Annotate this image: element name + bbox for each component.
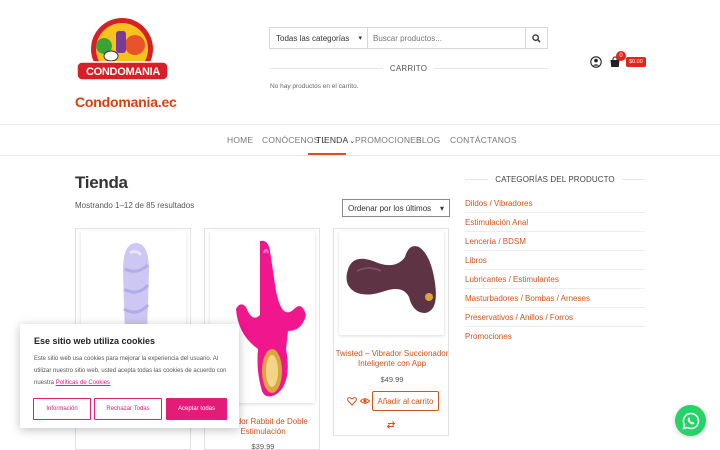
category-link[interactable]: Dildos / Vibradores — [465, 194, 645, 213]
product-name[interactable]: Twisted – Vibrador Succionador Inteligen… — [334, 349, 450, 369]
condomania-logo[interactable] — [75, 16, 170, 91]
nav-promociones[interactable]: PROMOCIONES — [355, 135, 422, 145]
product-price: $39.99 — [251, 442, 275, 450]
category-link[interactable]: Promociones — [465, 327, 645, 346]
mini-cart-heading: CARRITO — [269, 62, 549, 74]
category-link[interactable]: Lencería / BDSM — [465, 232, 645, 251]
sidebar-title: CATEGORÍAS DEL PRODUCTO — [495, 174, 615, 184]
whatsapp-icon — [681, 412, 699, 430]
product-name-line2: Estimulación — [240, 427, 286, 436]
product-image[interactable] — [339, 231, 444, 335]
product-image-graphic — [346, 246, 436, 313]
mini-cart-empty-text: No hay productos en el carrito. — [270, 83, 359, 90]
product-image-graphic — [123, 243, 150, 336]
chevron-down-icon: ▾ — [358, 35, 362, 42]
main-navigation: HOME CONÓCENOS⌄ TIENDA⌄ PROMOCIONES BLOG… — [0, 126, 720, 156]
cookie-info-button[interactable]: Información — [33, 398, 91, 420]
result-count: Mostrando 1–12 de 85 resultados — [75, 201, 195, 210]
product-search: Todas las categorías ▾ — [269, 27, 548, 49]
site-header: CONDOMANIA Condomania.ec Todas las categ… — [0, 0, 720, 125]
product-name-line1: Twisted – Vibrador Succionador — [335, 349, 449, 358]
category-link[interactable]: Lubricantes / Estimulantes — [465, 270, 645, 289]
cookie-accept-button[interactable]: Aceptar todas — [166, 398, 227, 420]
nav-tienda-label: TIENDA — [316, 135, 349, 145]
nav-active-indicator — [308, 153, 346, 155]
search-button[interactable] — [525, 28, 547, 48]
logo-wordmark: CONDOMANIA — [86, 66, 160, 78]
category-link[interactable]: Preservativos / Anillos / Forros — [465, 308, 645, 327]
product-name-line2: Inteligente con App — [357, 359, 427, 368]
product-image[interactable] — [81, 231, 186, 336]
cookie-policy-link[interactable]: Políticas de Cookies — [56, 380, 110, 386]
search-category-select[interactable]: Todas las categorías ▾ — [270, 28, 368, 48]
page-title: Tienda — [75, 173, 128, 192]
site-name[interactable]: Condomania.ec — [75, 94, 177, 110]
cookie-reject-button[interactable]: Rechazar Todas — [94, 398, 162, 420]
user-account-icon[interactable] — [590, 56, 602, 68]
nav-home[interactable]: HOME — [227, 135, 253, 145]
cart-count-badge: 0 — [616, 51, 626, 61]
compare-icon[interactable] — [386, 420, 396, 430]
category-link[interactable]: Estimulación Anal — [465, 213, 645, 232]
product-categories-widget: CATEGORÍAS DEL PRODUCTO Dildos / Vibrado… — [465, 170, 646, 346]
sidebar-heading: CATEGORÍAS DEL PRODUCTO — [465, 170, 646, 188]
nav-promociones-label: PROMOCIONES — [355, 135, 422, 145]
product-card[interactable]: Twisted – Vibrador Succionador Inteligen… — [333, 228, 449, 436]
orderby-select[interactable]: Ordenar por los últimos ▾ — [342, 199, 450, 217]
nav-contactanos-label: CONTÁCTANOS — [450, 135, 517, 145]
whatsapp-chat-button[interactable] — [675, 405, 706, 436]
cart-total-badge[interactable]: $0.00 — [626, 57, 646, 67]
nav-blog-label: BLOG — [416, 135, 441, 145]
nav-conocenos-label: CONÓCENOS — [262, 135, 320, 145]
nav-blog[interactable]: BLOG — [416, 135, 440, 145]
heart-icon[interactable] — [347, 396, 357, 406]
mini-cart-title: CARRITO — [389, 63, 428, 73]
cookie-title: Ese sitio web utiliza cookies — [34, 336, 156, 346]
add-to-cart-button[interactable]: Añadir al carrito — [372, 391, 439, 411]
chevron-down-icon: ▾ — [439, 203, 444, 213]
search-category-value: Todas las categorías — [276, 33, 350, 43]
nav-tienda[interactable]: TIENDA⌄ — [316, 135, 355, 145]
search-icon — [532, 33, 541, 43]
search-input[interactable] — [368, 28, 525, 48]
orderby-value: Ordenar por los últimos — [348, 203, 432, 213]
cookie-text: Este sitio web usa cookies para mejorar … — [34, 353, 232, 389]
category-link[interactable]: Libros — [465, 251, 645, 270]
cookie-consent-popup: Ese sitio web utiliza cookies Este sitio… — [20, 324, 239, 428]
category-link[interactable]: Masturbadores / Bombas / Arneses — [465, 289, 645, 308]
product-price: $49.99 — [380, 375, 404, 384]
nav-contactanos[interactable]: CONTÁCTANOS — [450, 135, 517, 145]
category-list: Dildos / Vibradores Estimulación Anal Le… — [465, 194, 645, 346]
nav-home-label: HOME — [227, 135, 254, 145]
eye-icon[interactable] — [360, 396, 370, 406]
